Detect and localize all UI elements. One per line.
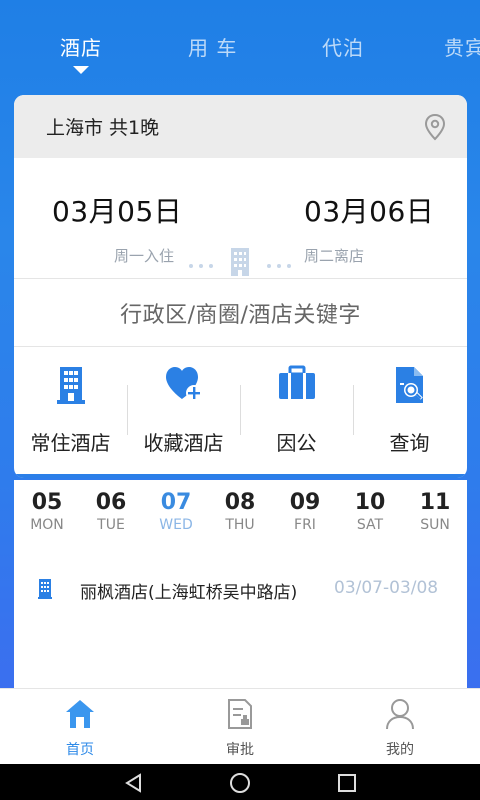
- calendar-day[interactable]: 11 SUN: [405, 490, 465, 533]
- calendar-day[interactable]: 10 SAT: [340, 490, 400, 533]
- back-icon[interactable]: [122, 772, 144, 794]
- day-name: FRI: [294, 517, 316, 533]
- quick-action-business[interactable]: 因公: [240, 347, 353, 475]
- hotel-building-icon: [38, 579, 52, 599]
- recents-icon[interactable]: [336, 772, 358, 794]
- quick-action-search[interactable]: 查询: [353, 347, 466, 475]
- day-name: TUE: [97, 517, 125, 533]
- tab-car[interactable]: 用 车: [188, 32, 237, 61]
- checkin-label: 周一入住: [114, 247, 175, 265]
- quick-action-favorite-hotel[interactable]: 收藏酒店: [127, 347, 240, 475]
- checkout-date[interactable]: 03月06日: [304, 190, 434, 230]
- trip-dates: 03/07-03/08: [334, 578, 439, 598]
- trip-hotel-name: 丽枫酒店(上海虹桥吴中路店): [80, 583, 298, 603]
- quick-action-label: 因公: [276, 431, 317, 455]
- day-name: SAT: [356, 517, 384, 533]
- quick-action-frequent-hotel[interactable]: 常住酒店: [14, 347, 127, 475]
- quick-action-label: 查询: [389, 431, 430, 455]
- calendar-day[interactable]: 05 MON: [17, 490, 77, 533]
- keyword-search-field[interactable]: 行政区/商圈/酒店关键字: [14, 279, 467, 347]
- nav-label: 首页: [66, 742, 94, 758]
- week-calendar: 05 MON 06 TUE 07 WED 08 THU 09 FRI 10 SA…: [14, 480, 467, 550]
- day-number: 06: [95, 490, 127, 515]
- day-number: 11: [419, 490, 451, 515]
- checkin-date[interactable]: 03月05日: [52, 190, 182, 230]
- tab-vip[interactable]: 贵宾: [444, 32, 480, 61]
- date-selector: 03月05日 周一入住 03月06日 周二离店: [14, 158, 467, 279]
- city-selector[interactable]: 上海市 共1晚: [14, 95, 467, 158]
- day-number: 10: [354, 490, 386, 515]
- user-icon: [386, 699, 414, 730]
- day-name: WED: [159, 517, 193, 533]
- checkout-label: 周二离店: [304, 247, 365, 265]
- quick-actions: 常住酒店 收藏酒店 因公 查询: [14, 347, 467, 475]
- nav-home[interactable]: 首页: [20, 689, 140, 765]
- day-number: 07: [160, 490, 192, 515]
- day-number: 09: [289, 490, 321, 515]
- keyword-placeholder: 行政区/商圈/酒店关键字: [120, 302, 361, 328]
- bottom-navigation: 首页 审批 我的: [0, 688, 480, 764]
- trip-list-item[interactable]: 丽枫酒店(上海虹桥吴中路店) 03/07-03/08: [14, 572, 467, 608]
- itinerary-panel: 05 MON 06 TUE 07 WED 08 THU 09 FRI 10 SA…: [14, 480, 467, 688]
- top-tab-bar: 酒店 用 车 代泊 贵宾: [0, 0, 480, 90]
- hotel-booking-card: 上海市 共1晚 03月05日 周一入住 03月06日 周二离店 行政区/商圈/酒…: [14, 95, 467, 478]
- city-nights-text: 上海市 共1晚: [46, 117, 160, 139]
- briefcase-icon: [278, 365, 315, 399]
- dots-right-icon: [267, 264, 291, 268]
- calendar-day[interactable]: 06 TUE: [81, 490, 141, 533]
- nav-label: 我的: [386, 742, 414, 758]
- nav-profile[interactable]: 我的: [340, 689, 460, 765]
- nav-label: 审批: [226, 742, 254, 758]
- day-number: 08: [224, 490, 256, 515]
- tab-hotel[interactable]: 酒店: [60, 32, 102, 61]
- quick-action-label: 收藏酒店: [143, 431, 224, 455]
- calendar-day[interactable]: 08 THU: [210, 490, 270, 533]
- system-navigation-bar: [0, 764, 480, 800]
- calendar-day-today[interactable]: 07 WED: [146, 490, 206, 533]
- building-icon: [56, 367, 85, 404]
- day-name: THU: [225, 517, 255, 533]
- tab-valet[interactable]: 代泊: [322, 32, 364, 61]
- quick-action-label: 常住酒店: [30, 431, 111, 455]
- day-name: MON: [30, 517, 64, 533]
- dots-left-icon: [189, 264, 213, 268]
- tab-indicator: [73, 66, 89, 74]
- calendar-day[interactable]: 09 FRI: [275, 490, 335, 533]
- approval-icon: [228, 699, 252, 729]
- document-search-icon: [395, 367, 423, 403]
- heart-plus-icon: [165, 367, 202, 401]
- hotel-building-icon: [231, 248, 249, 276]
- card-accent-line: [14, 474, 467, 478]
- home-icon: [66, 700, 94, 728]
- location-pin-icon[interactable]: [423, 113, 447, 141]
- nav-approval[interactable]: 审批: [180, 689, 300, 765]
- day-number: 05: [31, 490, 63, 515]
- home-circle-icon[interactable]: [229, 772, 251, 794]
- day-name: SUN: [420, 517, 450, 533]
